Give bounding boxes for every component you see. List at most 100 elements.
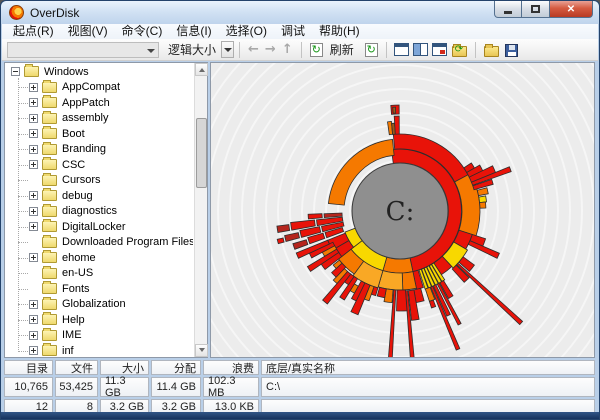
chart-segment[interactable] [277, 238, 284, 244]
chart-center-label: C: [386, 197, 415, 227]
refresh-button[interactable]: ↻ [310, 43, 323, 57]
menu-item-6[interactable]: 帮助(H) [312, 24, 367, 39]
chart-segment[interactable] [277, 225, 290, 233]
tree-item-IME[interactable]: IME [5, 328, 193, 344]
tree-scrollbar[interactable] [194, 63, 207, 357]
chart-segment[interactable] [285, 233, 300, 242]
expand-toggle[interactable] [29, 83, 38, 92]
chart-segment[interactable] [429, 300, 435, 308]
status-header-5: 底层/真实名称 [261, 360, 595, 375]
expand-toggle[interactable] [29, 129, 38, 138]
tree-item-Boot[interactable]: Boot [5, 126, 193, 142]
scrollbar-thumb[interactable] [196, 118, 207, 188]
refresh-page-button[interactable]: ↻ [365, 43, 378, 57]
menu-item-4[interactable]: 选择(O) [219, 24, 274, 39]
folder-icon [42, 97, 57, 108]
tree-item-Globalization[interactable]: Globalization [5, 297, 193, 313]
tree-guide [18, 103, 28, 104]
size-mode-arrow-button[interactable] [221, 41, 234, 58]
menu-item-2[interactable]: 命令(C) [115, 24, 170, 39]
tree-item-Downloaded-Program-Files[interactable]: Downloaded Program Files [5, 235, 193, 251]
back-button[interactable]: ← [245, 40, 262, 60]
status-value-r0-c4: 102.3 MB [203, 377, 259, 397]
tree-item-DigitalLocker[interactable]: DigitalLocker [5, 219, 193, 235]
status-value-r0-c0: 10,765 [4, 377, 53, 397]
tree-item-assembly[interactable]: assembly [5, 111, 193, 127]
layout-split-icon[interactable] [413, 43, 428, 56]
expand-toggle[interactable] [29, 191, 38, 200]
expand-toggle[interactable] [29, 346, 38, 355]
tree-item-Windows[interactable]: Windows [5, 64, 193, 80]
chart-segment[interactable] [394, 116, 399, 134]
layout-single-icon[interactable] [394, 43, 409, 56]
title-bar[interactable]: OverDisk ✕ [1, 1, 599, 24]
sunburst-chart[interactable]: C: [211, 63, 594, 357]
expand-toggle[interactable] [29, 331, 38, 340]
tree-guide [18, 289, 28, 290]
tree-item-diagnostics[interactable]: diagnostics [5, 204, 193, 220]
tree-guide [18, 165, 28, 166]
folder-icon [42, 314, 57, 325]
size-mode-dropdown[interactable]: 逻辑大小 [165, 41, 219, 58]
status-value-r0-c3: 11.4 GB [151, 377, 201, 397]
expand-toggle[interactable] [29, 315, 38, 324]
chart-segment[interactable] [393, 107, 396, 113]
tree-item-CSC[interactable]: CSC [5, 157, 193, 173]
tree-item-Help[interactable]: Help [5, 312, 193, 328]
maximize-button[interactable] [522, 1, 549, 18]
expand-toggle[interactable] [29, 207, 38, 216]
tree-item-Cursors[interactable]: Cursors [5, 173, 193, 189]
open-folder-icon[interactable] [484, 46, 499, 57]
tree-item-Fonts[interactable]: Fonts [5, 281, 193, 297]
status-value-r0-c2: 11.3 GB [100, 377, 149, 397]
tree-item-AppCompat[interactable]: AppCompat [5, 80, 193, 96]
expand-toggle[interactable] [29, 98, 38, 107]
folder-icon [42, 113, 57, 124]
folder-icon [42, 345, 57, 356]
close-button[interactable]: ✕ [549, 1, 593, 18]
forward-icon: → [265, 42, 276, 57]
chart-segment[interactable] [397, 290, 408, 311]
expand-toggle[interactable] [29, 300, 38, 309]
expand-toggle[interactable] [29, 145, 38, 154]
tree-item-AppPatch[interactable]: AppPatch [5, 95, 193, 111]
tree-item-Branding[interactable]: Branding [5, 142, 193, 158]
chart-segment[interactable] [308, 214, 322, 219]
up-button[interactable]: ↑ [279, 40, 296, 60]
menu-item-3[interactable]: 信息(I) [169, 24, 218, 39]
path-combobox[interactable] [7, 42, 159, 58]
scroll-down-button[interactable] [195, 344, 208, 357]
chart-segment[interactable] [480, 202, 486, 208]
chart-segment[interactable] [457, 263, 523, 324]
chart-segment[interactable] [477, 188, 488, 196]
tree-item-ehome[interactable]: ehome [5, 250, 193, 266]
tree-item-debug[interactable]: debug [5, 188, 193, 204]
chart-segment[interactable] [479, 196, 487, 203]
chevron-down-icon [224, 48, 232, 56]
menu-item-5[interactable]: 调试 [274, 24, 312, 39]
folder-icon [42, 299, 57, 310]
forward-button[interactable]: → [262, 40, 279, 60]
scroll-up-button[interactable] [195, 63, 208, 76]
tree-item-en-US[interactable]: en-US [5, 266, 193, 282]
window-bottom-border [1, 412, 599, 419]
folder-tree: WindowsAppCompatAppPatchassemblyBootBran… [5, 64, 193, 357]
expand-toggle[interactable] [11, 67, 20, 76]
save-icon[interactable] [505, 44, 518, 57]
folder-recycle-icon[interactable]: ⟳ [452, 46, 467, 57]
expand-toggle[interactable] [29, 222, 38, 231]
chart-segment[interactable] [324, 213, 342, 218]
expand-toggle[interactable] [29, 160, 38, 169]
menu-item-1[interactable]: 视图(V) [61, 24, 115, 39]
refresh-label[interactable]: 刷新 [330, 41, 354, 58]
expand-toggle[interactable] [29, 114, 38, 123]
menu-item-0[interactable]: 起点(R) [6, 24, 61, 39]
chart-segment[interactable] [377, 287, 386, 297]
recycle-icon: ⟳ [455, 45, 463, 55]
tree-item-inf[interactable]: inf [5, 343, 193, 357]
minimize-icon [504, 11, 512, 14]
minimize-button[interactable] [494, 1, 522, 18]
chart-segment[interactable] [383, 257, 413, 273]
layout-detail-icon[interactable] [432, 43, 447, 56]
expand-toggle[interactable] [29, 253, 38, 262]
